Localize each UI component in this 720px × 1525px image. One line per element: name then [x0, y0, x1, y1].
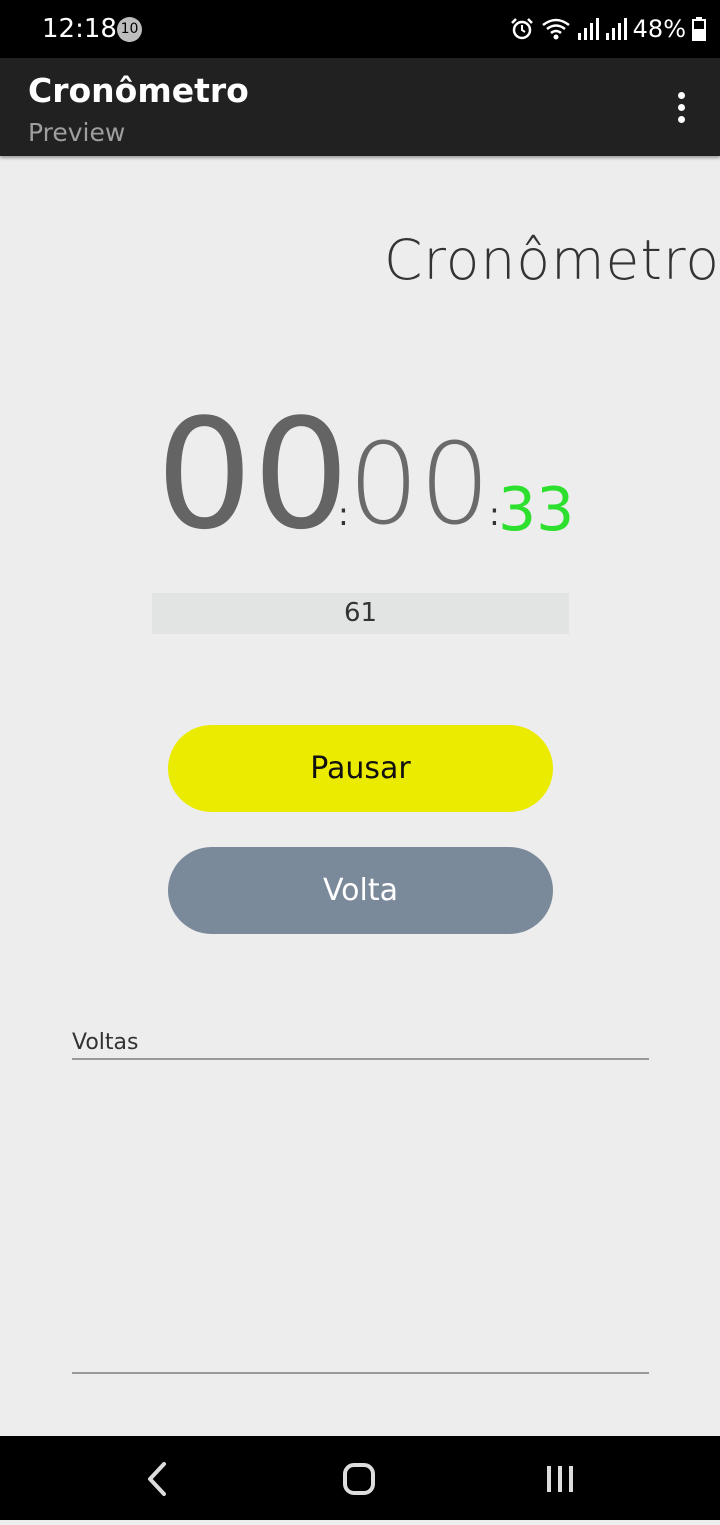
app-bar: Cronômetro Preview: [0, 58, 720, 156]
timer-hours: 00: [156, 386, 350, 563]
battery-percent: 48%: [632, 15, 686, 43]
home-button[interactable]: [300, 1436, 420, 1520]
timer-minutes: 00: [348, 420, 491, 550]
signal-icon: [577, 18, 599, 40]
timer-seconds: 33: [498, 475, 575, 545]
notification-count-badge: 10: [117, 17, 142, 42]
home-icon: [343, 1463, 375, 1495]
alarm-icon: [510, 18, 533, 40]
overflow-menu-icon[interactable]: [666, 92, 696, 126]
status-time: 12:18: [42, 14, 117, 44]
wifi-icon: [541, 18, 570, 40]
app-title: Cronômetro: [28, 71, 249, 110]
back-icon: [148, 1462, 166, 1496]
status-icons: 48%: [509, 12, 706, 46]
back-button[interactable]: [98, 1436, 218, 1520]
timer-display: 00 : 00 : 33: [0, 395, 720, 555]
signal-icon: [605, 18, 627, 40]
page-heading: Cronômetro: [384, 228, 720, 292]
app-subtitle: Preview: [28, 118, 126, 147]
recent-apps-icon: [547, 1466, 573, 1492]
recent-apps-button[interactable]: [500, 1436, 620, 1520]
status-bar: 12:18 10 48%: [0, 0, 720, 58]
counter-field: 61: [152, 593, 569, 634]
lap-button[interactable]: Volta: [168, 847, 553, 934]
laps-list[interactable]: [72, 1060, 649, 1372]
pause-button[interactable]: Pausar: [168, 725, 553, 812]
laps-divider: [72, 1372, 649, 1374]
navigation-bar: [0, 1436, 720, 1520]
battery-icon: [692, 17, 706, 41]
laps-label: Voltas: [72, 1030, 139, 1055]
